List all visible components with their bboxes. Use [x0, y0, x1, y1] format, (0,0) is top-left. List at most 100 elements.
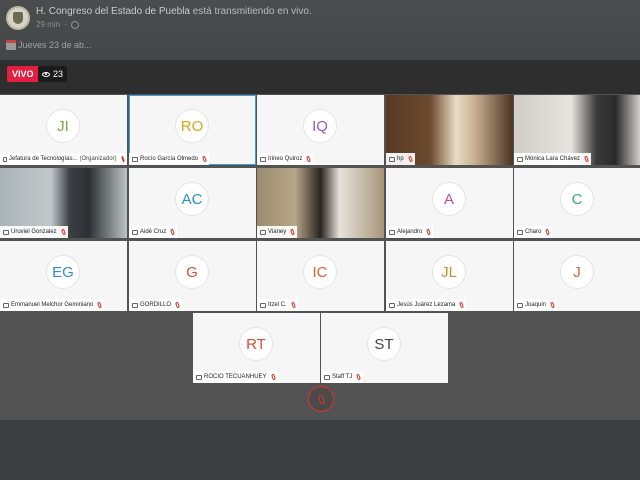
participant-tile[interactable]: C Charo: [514, 168, 640, 238]
participant-tile[interactable]: JI Jefatura de Tecnologías... (Organizador…: [0, 95, 127, 165]
participant-name: Rocío García Olmedo: [140, 156, 199, 162]
mic-muted-icon: [459, 301, 465, 309]
screen-icon: [132, 229, 138, 235]
mic-muted-icon: [426, 228, 432, 236]
mic-muted-icon: [317, 393, 325, 405]
participant-name: Charo: [525, 229, 542, 235]
screen-icon: [517, 229, 523, 235]
viewer-count: 23: [53, 69, 64, 79]
participant-name-bar: Emmanuel Melchor Geminiano: [0, 299, 105, 311]
page-avatar[interactable]: [6, 6, 30, 30]
participant-name: Staff TJ: [332, 374, 353, 380]
participant-tile[interactable]: JL Jesús Juárez Lezama: [386, 241, 513, 311]
participant-name-bar: Irineo Quiroz: [257, 153, 314, 165]
participant-tile[interactable]: EG Emmanuel Melchor Geminiano: [0, 241, 127, 311]
participant-tile[interactable]: RT ROCIO TECUANHUEY: [193, 313, 320, 383]
participant-avatar: IC: [303, 255, 337, 289]
participant-avatar: EG: [46, 255, 80, 289]
participant-name: Jesús Juárez Lezama: [397, 302, 456, 308]
post-footer: [0, 420, 640, 480]
organizer-tag: (Organizador): [79, 156, 117, 162]
participant-name-bar: hp: [386, 153, 415, 165]
participant-name: Vianey: [268, 229, 287, 235]
participant-avatar: RO: [175, 109, 209, 143]
participant-avatar: IQ: [303, 109, 337, 143]
participant-tile[interactable]: hp: [386, 95, 513, 165]
screen-icon: [517, 156, 523, 162]
mic-muted-icon: [270, 373, 276, 381]
participant-name: Aidé Cruz: [140, 229, 167, 235]
live-badge: VIVO: [7, 66, 39, 82]
participant-name-bar: Vianey: [257, 226, 298, 238]
participant-name-bar: Charo: [514, 226, 553, 238]
participant-avatar: G: [175, 255, 209, 289]
participant-name-bar: GORDILLO: [129, 299, 183, 311]
participant-name-bar: Alejandro: [386, 226, 434, 238]
post-header: H. Congreso del Estado de Puebla está tr…: [0, 0, 640, 60]
participant-name-bar: ROCIO TECUANHUEY: [193, 371, 278, 383]
participant-name-bar: Staff TJ: [321, 371, 364, 383]
mic-muted-icon: [306, 155, 312, 163]
post-text-content: Jueves 23 de ab...: [18, 40, 92, 50]
participant-name-bar: Joaquin: [514, 299, 558, 311]
participant-name-bar: Aidé Cruz: [129, 226, 178, 238]
globe-icon: [70, 20, 79, 29]
crest-icon: [13, 12, 23, 24]
participant-name: Alejandro: [397, 229, 423, 235]
screen-icon: [3, 302, 9, 308]
participant-tile[interactable]: IC Itzel C.: [257, 241, 384, 311]
participant-name-bar: Jefatura de Tecnologías... (Organizador): [0, 153, 127, 165]
mic-muted-icon: [545, 228, 551, 236]
mic-muted-icon: [550, 301, 555, 309]
screen-icon: [132, 302, 138, 308]
participant-tile[interactable]: A Alejandro: [386, 168, 513, 238]
screen-icon: [260, 156, 266, 162]
participant-avatar: A: [432, 182, 466, 216]
mic-muted-icon: [290, 228, 296, 236]
screen-icon: [517, 302, 523, 308]
screen-icon: [196, 374, 202, 380]
participant-name: Mónica Lara Chávez: [525, 156, 581, 162]
participant-name: ROCIO TECUANHUEY: [204, 374, 267, 380]
mute-button[interactable]: [308, 386, 334, 412]
mic-muted-icon: [120, 155, 125, 163]
screen-icon: [389, 302, 395, 308]
screen-icon: [324, 374, 330, 380]
participant-tile[interactable]: J Joaquin: [514, 241, 640, 311]
participant-avatar: J: [560, 255, 594, 289]
participant-tile[interactable]: RO Rocío García Olmedo: [129, 95, 256, 165]
live-action-text: está transmitiendo en vivo.: [192, 6, 312, 17]
participant-name: GORDILLO: [140, 302, 172, 308]
participant-avatar: C: [560, 182, 594, 216]
participant-tile[interactable]: ST Staff TJ: [321, 313, 448, 383]
participant-tile[interactable]: Vianey: [257, 168, 384, 238]
screen-icon: [260, 302, 266, 308]
viewer-count-badge: 23: [38, 66, 68, 82]
participant-tile[interactable]: AC Aidé Cruz: [129, 168, 256, 238]
participant-avatar: AC: [175, 182, 209, 216]
screen-icon: [389, 229, 395, 235]
participant-name: Emmanuel Melchor Geminiano: [11, 302, 94, 308]
post-time-text[interactable]: 29 min: [36, 20, 60, 29]
screen-icon: [132, 156, 138, 162]
screen-icon: [3, 229, 9, 235]
participant-name-bar: Itzel C.: [257, 299, 298, 311]
participant-tile[interactable]: IQ Irineo Quiroz: [257, 95, 384, 165]
calendar-icon: [6, 40, 16, 50]
participant-tile[interactable]: Mónica Lara Chávez: [514, 95, 640, 165]
participant-tile[interactable]: G GORDILLO: [129, 241, 256, 311]
participant-tile[interactable]: Uruviel Gonzalez: [0, 168, 127, 238]
mic-muted-icon: [97, 301, 103, 309]
page-name-link[interactable]: H. Congreso del Estado de Puebla: [36, 6, 190, 17]
participant-avatar: RT: [239, 327, 273, 361]
participant-name: hp: [397, 156, 404, 162]
participant-avatar: JI: [46, 109, 80, 143]
post-text: Jueves 23 de ab...: [6, 40, 92, 50]
participant-avatar: JL: [432, 255, 466, 289]
mic-muted-icon: [202, 155, 207, 163]
mic-muted-icon: [407, 155, 413, 163]
mic-muted-icon: [584, 155, 589, 163]
mic-muted-icon: [356, 373, 362, 381]
mic-muted-icon: [170, 228, 176, 236]
post-time: 29 min ·: [36, 20, 79, 29]
